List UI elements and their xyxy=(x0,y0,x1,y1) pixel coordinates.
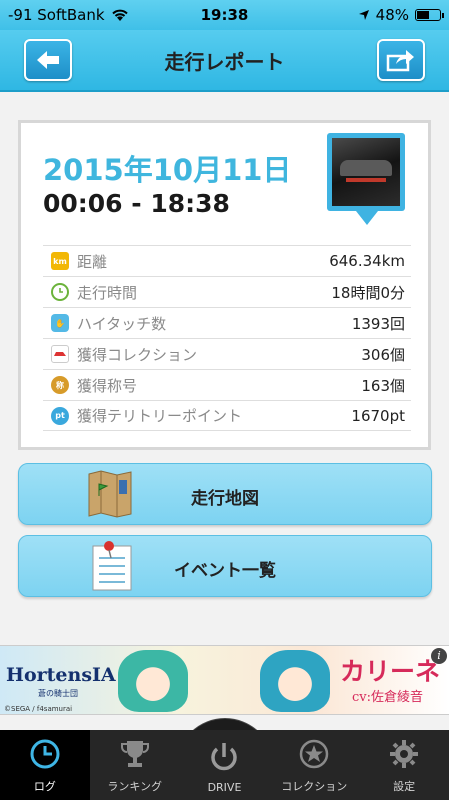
gear-icon xyxy=(386,736,422,772)
tab-ranking[interactable]: ランキング xyxy=(90,730,180,800)
share-button[interactable] xyxy=(377,39,425,81)
stat-label: ハイタッチ数 xyxy=(77,314,167,333)
power-icon xyxy=(206,739,242,775)
star-icon xyxy=(296,736,332,772)
ad-character-name: カリーネ xyxy=(340,657,441,686)
stat-value: 1393回 xyxy=(351,314,405,333)
event-list-button[interactable]: イベント一覧 xyxy=(18,535,432,597)
car-thumbnail[interactable] xyxy=(327,133,405,211)
ad-brand-logo: HortensIA xyxy=(6,664,116,686)
battery-fill xyxy=(417,11,429,19)
status-left: -91 SoftBank xyxy=(8,6,129,24)
share-icon xyxy=(386,50,414,72)
ad-banner[interactable]: HortensIA 蒼の騎士団 ©SEGA / f4samurai カリーネ c… xyxy=(0,645,449,715)
tab-label: ランキング xyxy=(107,780,163,793)
stat-row-drive-time: 走行時間 18時間0分 xyxy=(43,276,411,307)
ad-info-icon[interactable]: i xyxy=(431,648,447,664)
stats-list: km 距離 646.34km 走行時間 18時間0分 ✋ ハイタッチ数 1393… xyxy=(43,245,411,431)
tab-settings[interactable]: 設定 xyxy=(359,730,449,800)
drive-map-label: 走行地図 xyxy=(191,489,259,509)
title-badge-icon: 称 xyxy=(51,376,69,394)
clock-icon xyxy=(27,736,63,772)
status-right: 48% xyxy=(358,6,444,24)
tab-collection[interactable]: コレクション xyxy=(269,730,359,800)
territory-icon: pt xyxy=(51,406,69,425)
ad-voice-actor: cv:佐倉綾音 xyxy=(352,690,424,705)
clock-icon xyxy=(51,283,69,301)
stat-label: 獲得コレクション xyxy=(77,345,198,364)
location-arrow-icon xyxy=(358,10,369,20)
event-list-label: イベント一覧 xyxy=(174,561,276,581)
km-icon: km xyxy=(51,252,69,270)
stat-value: 1670pt xyxy=(351,406,405,425)
report-card: 2015年10月11日 00:06 - 18:38 km 距離 646.34km… xyxy=(18,120,431,450)
stat-label: 獲得テリトリーポイント xyxy=(77,407,243,425)
stat-row-distance: km 距離 646.34km xyxy=(43,245,411,276)
stat-value: 163個 xyxy=(361,376,405,395)
stat-row-titles: 称 獲得称号 163個 xyxy=(43,369,411,400)
car-image xyxy=(332,138,400,206)
carrier-label: -91 SoftBank xyxy=(8,6,105,24)
tab-label: ログ xyxy=(33,780,56,793)
tab-label: 設定 xyxy=(393,780,416,793)
tab-bar: ログ ランキング DRIVE コレクション 設定 xyxy=(0,730,449,800)
tab-label: DRIVE xyxy=(207,781,242,794)
battery-percent: 48% xyxy=(375,6,409,24)
tab-log[interactable]: ログ xyxy=(0,730,90,800)
stat-label: 獲得称号 xyxy=(77,376,138,395)
ad-character-image xyxy=(118,650,188,712)
wifi-icon xyxy=(111,9,128,21)
map-pin-pointer xyxy=(356,211,378,225)
trophy-icon xyxy=(117,736,153,772)
ad-copyright: ©SEGA / f4samurai xyxy=(4,705,73,713)
report-time-range: 00:06 - 18:38 xyxy=(43,189,230,218)
stat-label: 距離 xyxy=(77,252,108,271)
report-date: 2015年10月11日 xyxy=(43,153,292,187)
header-bar: 走行レポート xyxy=(0,30,449,92)
stat-label: 走行時間 xyxy=(77,283,138,302)
battery-icon xyxy=(415,9,444,21)
stat-value: 646.34km xyxy=(329,252,405,270)
stat-row-high-touch: ✋ ハイタッチ数 1393回 xyxy=(43,307,411,338)
stat-row-collection: 獲得コレクション 306個 xyxy=(43,338,411,369)
collection-car-icon xyxy=(51,345,69,363)
hand-icon: ✋ xyxy=(51,314,69,332)
drive-map-button[interactable]: 走行地図 xyxy=(18,463,432,525)
tab-drive[interactable]: DRIVE xyxy=(180,730,270,800)
stat-value: 306個 xyxy=(361,345,405,364)
ad-character-image xyxy=(260,650,330,712)
tab-label: コレクション xyxy=(281,780,348,793)
stat-value: 18時間0分 xyxy=(331,283,405,302)
stat-row-territory: pt 獲得テリトリーポイント 1670pt xyxy=(43,400,411,431)
status-bar: -91 SoftBank 19:38 48% xyxy=(0,0,449,30)
ad-subtitle: 蒼の騎士団 xyxy=(38,689,78,698)
